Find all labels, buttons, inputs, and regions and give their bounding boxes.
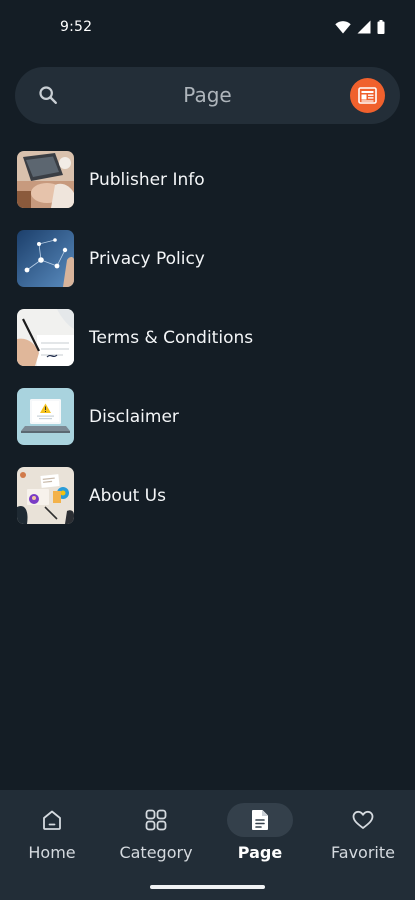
nav-item-category[interactable]: Category (104, 790, 208, 875)
home-icon (43, 810, 61, 830)
nav-label-page: Page (237, 843, 283, 862)
nav-label-favorite: Favorite (331, 843, 395, 862)
nav-icon-container (330, 803, 396, 837)
network-touch-photo (17, 230, 74, 287)
list-item-about-us[interactable]: About Us (0, 461, 415, 540)
nav-icon-container (19, 803, 85, 837)
page-title: Page (183, 83, 232, 107)
bottom-navigation: Home Category Page Favorite (0, 790, 415, 900)
nav-item-page[interactable]: Page (208, 790, 312, 875)
item-label: Publisher Info (89, 169, 205, 190)
page-screen: 9:52 Page Publisher Info Privacy Policy … (0, 0, 415, 900)
cellular-signal-icon (357, 20, 371, 34)
news-button[interactable] (350, 78, 385, 113)
nav-label-category: Category (119, 843, 193, 862)
workspace-flatlay-photo (17, 467, 74, 524)
battery-icon (377, 20, 385, 34)
page-list: Publisher Info Privacy Policy Terms & Co… (0, 145, 415, 540)
list-item-terms-conditions[interactable]: Terms & Conditions (0, 303, 415, 382)
signing-document-photo (17, 309, 74, 366)
status-bar: 9:52 (0, 0, 415, 54)
item-label: About Us (89, 485, 166, 506)
wifi-icon (335, 20, 351, 33)
status-time: 9:52 (60, 19, 93, 35)
document-icon (252, 810, 268, 830)
nav-icon-container (123, 803, 189, 837)
list-item-publisher-info[interactable]: Publisher Info (0, 145, 415, 224)
search-icon[interactable] (37, 84, 59, 106)
item-label: Terms & Conditions (89, 327, 254, 348)
laptop-desk-photo (17, 151, 74, 208)
search-bar[interactable]: Page (15, 67, 400, 124)
status-icons (335, 20, 385, 34)
newspaper-icon (358, 87, 377, 104)
nav-active-indicator (227, 803, 293, 837)
item-label: Privacy Policy (89, 248, 205, 269)
laptop-warning-illustration (17, 388, 74, 445)
heart-icon (352, 810, 374, 829)
list-item-privacy-policy[interactable]: Privacy Policy (0, 224, 415, 303)
nav-item-favorite[interactable]: Favorite (311, 790, 415, 875)
gesture-home-indicator[interactable] (150, 885, 265, 889)
item-label: Disclaimer (89, 406, 179, 427)
grid-icon (145, 809, 167, 831)
nav-label-home: Home (28, 843, 76, 862)
list-item-disclaimer[interactable]: Disclaimer (0, 382, 415, 461)
nav-item-home[interactable]: Home (0, 790, 104, 875)
